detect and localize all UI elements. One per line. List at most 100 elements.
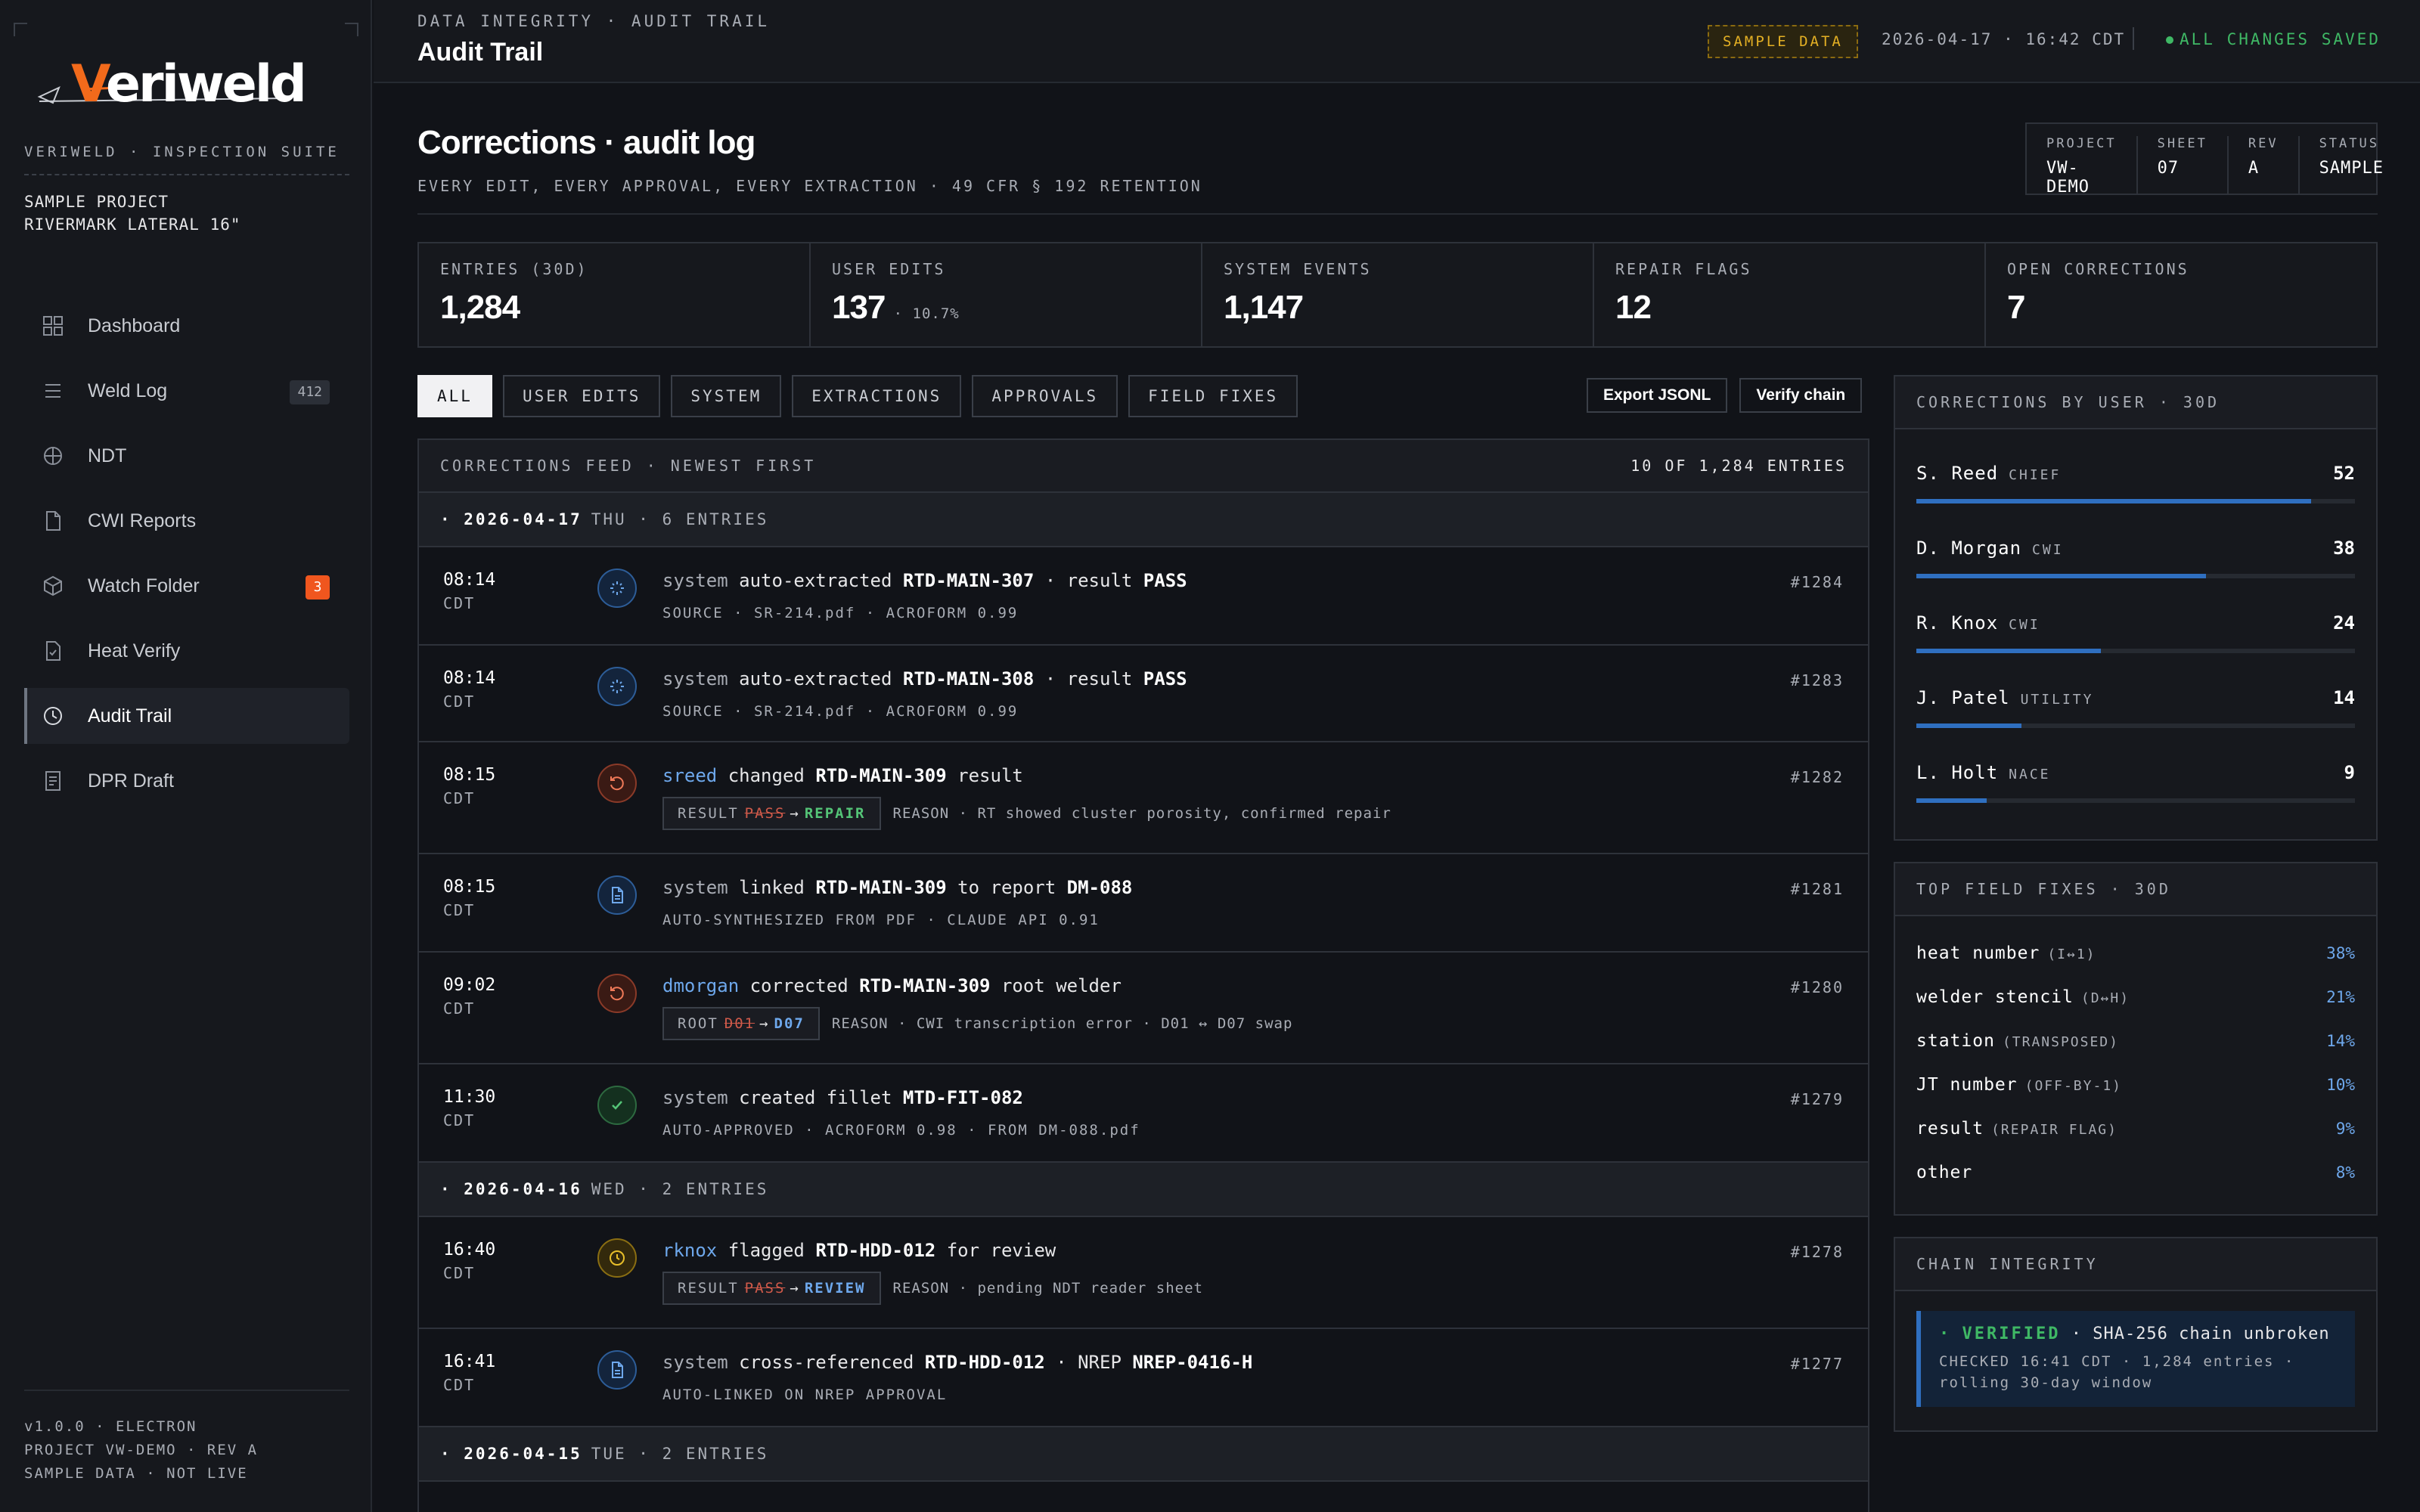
- entry-verb: changed: [728, 765, 805, 786]
- verify-chain-button[interactable]: Verify chain: [1739, 378, 1863, 413]
- filter-approvals[interactable]: APPROVALS: [972, 375, 1118, 417]
- entry-verb: corrected: [749, 975, 849, 996]
- sidebar-item-audit-trail[interactable]: Audit Trail: [24, 688, 349, 744]
- chain-status: VERIFIED: [1962, 1325, 2061, 1343]
- user-name: L. Holt: [1916, 762, 1999, 783]
- field-fix-row[interactable]: welder stencil (D↔H) 21%: [1895, 975, 2376, 1019]
- entry-object[interactable]: RTD-MAIN-309: [815, 765, 946, 786]
- user-name: S. Reed: [1916, 463, 1999, 484]
- sidebar-item-dashboard[interactable]: Dashboard: [24, 298, 349, 354]
- user-row[interactable]: R. Knox CWI 24: [1895, 590, 2376, 665]
- sidebar-item-dpr-draft[interactable]: DPR Draft: [24, 753, 349, 809]
- user-name-wrap: R. Knox CWI: [1916, 612, 2040, 634]
- chain-status-prefix: ·: [1939, 1325, 1952, 1343]
- kpi-entries: ENTRIES (30D) 1,284: [419, 243, 811, 346]
- watch-folder-badge: 3: [306, 575, 330, 600]
- user-row[interactable]: D. Morgan CWI 38: [1895, 515, 2376, 590]
- entry-actor[interactable]: sreed: [662, 765, 717, 786]
- entry-description: system cross-referenced RTD-HDD-012 · NR…: [662, 1352, 1252, 1373]
- feed-entry[interactable]: 09:02 CDT dmorgan corrected RTD-MAIN-309…: [419, 953, 1868, 1064]
- footer-data-note: SAMPLE DATA · NOT LIVE: [24, 1465, 248, 1482]
- entry-object[interactable]: MTD-FIT-082: [903, 1087, 1023, 1108]
- feed-entry[interactable]: 08:14 CDT system auto-extracted RTD-MAIN…: [419, 547, 1868, 646]
- entry-tail-object[interactable]: NREP-0416-H: [1132, 1352, 1252, 1373]
- suite-label: VERIWELD · INSPECTION SUITE: [24, 144, 340, 160]
- user-row[interactable]: L. Holt NACE 9: [1895, 739, 2376, 814]
- entry-tail-object[interactable]: DM-088: [1067, 877, 1133, 898]
- sidebar-item-ndt[interactable]: NDT: [24, 428, 349, 484]
- user-row[interactable]: J. Patel UTILITY 14: [1895, 665, 2376, 739]
- entry-actor[interactable]: rknox: [662, 1240, 717, 1261]
- day-summary: WED · 2 ENTRIES: [591, 1180, 769, 1198]
- project-meta-box: PROJECT VW-DEMO SHEET 07 REV A STATUS SAMPLE: [2025, 122, 2383, 197]
- sidebar-item-watch-folder[interactable]: Watch Folder 3: [24, 558, 349, 614]
- sidebar-item-heat-verify[interactable]: Heat Verify: [24, 623, 349, 679]
- sidebar-item-cwi-reports[interactable]: CWI Reports: [24, 493, 349, 549]
- entry-timezone: CDT: [443, 1376, 476, 1394]
- kpi-system-events: SYSTEM EVENTS 1,147: [1202, 243, 1594, 346]
- user-role: NACE: [2009, 767, 2051, 782]
- entry-actor[interactable]: dmorgan: [662, 975, 739, 996]
- user-name-wrap: L. Holt NACE: [1916, 762, 2051, 783]
- field-fix-hint: (OFF-BY-1): [2024, 1078, 2122, 1094]
- feed-entry[interactable]: 08:14 CDT system auto-extracted RTD-MAIN…: [419, 646, 1868, 742]
- entry-tail-object: PASS: [1143, 570, 1187, 591]
- sidebar-item-label: Audit Trail: [88, 705, 172, 727]
- filter-all[interactable]: ALL: [417, 375, 492, 417]
- user-bar-track: [1916, 499, 2355, 503]
- day-header: · 2026-04-15 TUE · 2 ENTRIES: [419, 1427, 1868, 1482]
- field-fix-row[interactable]: other 8%: [1895, 1151, 2376, 1194]
- filter-system[interactable]: SYSTEM: [671, 375, 782, 417]
- extraction-icon: [597, 569, 637, 608]
- field-fix-row[interactable]: JT number (OFF-BY-1) 10%: [1895, 1063, 2376, 1107]
- crosshair-icon: [41, 444, 65, 468]
- entry-time: 11:30: [443, 1087, 496, 1107]
- filter-user-edits[interactable]: USER EDITS: [502, 375, 661, 417]
- field-fix-row[interactable]: station (TRANSPOSED) 14%: [1895, 1019, 2376, 1063]
- field-fix-label: station (TRANSPOSED): [1916, 1031, 2119, 1051]
- entry-description: system auto-extracted RTD-MAIN-308 · res…: [662, 668, 1187, 689]
- app-version-info: v1.0.0 · ELECTRON PROJECT VW-DEMO · REV …: [24, 1415, 258, 1486]
- entry-object[interactable]: RTD-MAIN-309: [859, 975, 990, 996]
- feed-entry[interactable]: 08:15 CDT system linked RTD-MAIN-309 to …: [419, 854, 1868, 953]
- feed-entry[interactable]: 16:41 CDT system cross-referenced RTD-HD…: [419, 1329, 1868, 1427]
- feed-entry[interactable]: 16:40 CDT rknox flagged RTD-HDD-012 for …: [419, 1217, 1868, 1329]
- chain-detail-2: rolling 30-day window: [1939, 1374, 2153, 1391]
- user-row[interactable]: S. Reed CHIEF 52: [1895, 440, 2376, 515]
- panel-title: CORRECTIONS BY USER · 30D: [1895, 376, 2376, 429]
- user-bar-fill: [1916, 574, 2206, 578]
- entry-time: 08:15: [443, 877, 496, 897]
- entry-object[interactable]: RTD-MAIN-307: [903, 570, 1034, 591]
- filter-extractions[interactable]: EXTRACTIONS: [792, 375, 962, 417]
- meta-sheet: SHEET 07: [2158, 136, 2229, 194]
- kpi-value: 1,284: [440, 289, 520, 326]
- user-bar-track: [1916, 798, 2355, 803]
- entry-object[interactable]: RTD-HDD-012: [815, 1240, 935, 1261]
- entry-object[interactable]: RTD-HDD-012: [925, 1352, 1045, 1373]
- brand-logo[interactable]: Veriweld: [36, 50, 307, 118]
- day-summary: TUE · 2 ENTRIES: [591, 1445, 769, 1463]
- entry-object[interactable]: RTD-MAIN-308: [903, 668, 1034, 689]
- entry-timezone: CDT: [443, 901, 476, 919]
- chip-field: ROOT: [678, 1015, 718, 1032]
- kpi-repair-flags: REPAIR FLAGS 12: [1594, 243, 1986, 346]
- feed-entry[interactable]: 08:15 CDT sreed changed RTD-MAIN-309 res…: [419, 742, 1868, 854]
- chip-old-value: PASS: [744, 1280, 786, 1297]
- export-jsonl-button[interactable]: Export JSONL: [1587, 378, 1728, 413]
- filter-field-fixes[interactable]: FIELD FIXES: [1128, 375, 1298, 417]
- entry-object[interactable]: RTD-MAIN-309: [815, 877, 946, 898]
- feed-actions: Export JSONL Verify chain: [1587, 378, 1863, 413]
- entry-tail: for review: [946, 1240, 1056, 1261]
- field-fix-row[interactable]: heat number (I↔1) 38%: [1895, 931, 2376, 975]
- user-bar-track: [1916, 574, 2355, 578]
- feed-entry[interactable]: 11:30 CDT system created fillet MTD-FIT-…: [419, 1064, 1868, 1163]
- project-line-2: RIVERMARK LATERAL 16": [24, 215, 241, 234]
- day-header: · 2026-04-16 WED · 2 ENTRIES: [419, 1163, 1868, 1217]
- sidebar: Veriweld VERIWELD · INSPECTION SUITE SAM…: [0, 0, 372, 1512]
- sidebar-item-weld-log[interactable]: Weld Log 412: [24, 363, 349, 419]
- brand-wordmark: Veriweld: [71, 54, 307, 114]
- kpi-value-wrap: 137 · 10.7%: [832, 289, 1180, 327]
- field-fix-row[interactable]: result (REPAIR FLAG) 9%: [1895, 1107, 2376, 1151]
- feed-entry-partial[interactable]: [419, 1482, 1868, 1512]
- entry-tail: to report: [957, 877, 1056, 898]
